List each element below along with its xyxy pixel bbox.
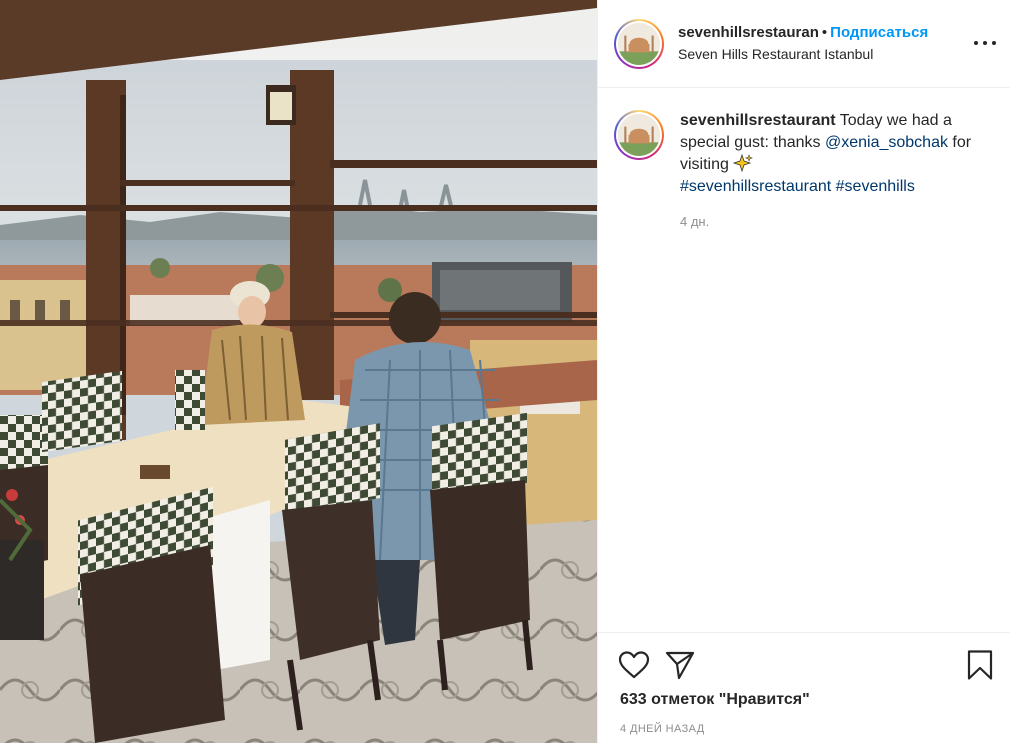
avatar[interactable] [614,18,664,69]
separator-dot: • [821,23,828,41]
location-link[interactable]: Seven Hills Restaurant Istanbul [678,45,928,64]
header-username[interactable]: sevenhillsrestauran [678,24,819,41]
hagia-sophia-logo-icon [618,22,660,65]
more-options-icon[interactable] [974,32,996,54]
post-caption: sevenhillsrestaurant Today we had a spec… [598,88,1010,229]
restaurant-terrace-photo [0,0,597,743]
post-actions: 633 отметок "Нравится" 4 дней назад [598,632,1010,743]
send-icon[interactable] [664,649,696,681]
likes-count[interactable]: 633 отметок "Нравится" [620,691,810,709]
hashtag-link[interactable]: #sevenhills [836,178,915,195]
post-photo[interactable] [0,0,597,743]
post-sidebar: sevenhillsrestauran • Подписаться Seven Hi… [597,0,1010,743]
heart-icon[interactable] [618,649,650,681]
caption-avatar-image [618,114,660,156]
hashtag-link[interactable]: #sevenhillsrestaurant [680,178,831,195]
avatar-image [618,22,660,65]
post-timestamp[interactable]: 4 дней назад [620,723,705,735]
hagia-sophia-logo-icon [618,114,660,156]
caption-time[interactable]: 4 дн. [680,214,980,229]
mention-link[interactable]: @xenia_sobchak [825,134,948,151]
caption-avatar[interactable] [614,110,664,160]
post-header: sevenhillsrestauran • Подписаться Seven Hi… [598,0,1010,88]
instagram-post: sevenhillsrestauran • Подписаться Seven Hi… [0,0,1010,743]
follow-button[interactable]: Подписаться [830,24,928,41]
caption-text: sevenhillsrestaurant Today we had a spec… [680,110,980,198]
caption-username[interactable]: sevenhillsrestaurant [680,112,836,129]
bookmark-icon[interactable] [964,649,996,681]
sparkles-icon [733,154,754,172]
